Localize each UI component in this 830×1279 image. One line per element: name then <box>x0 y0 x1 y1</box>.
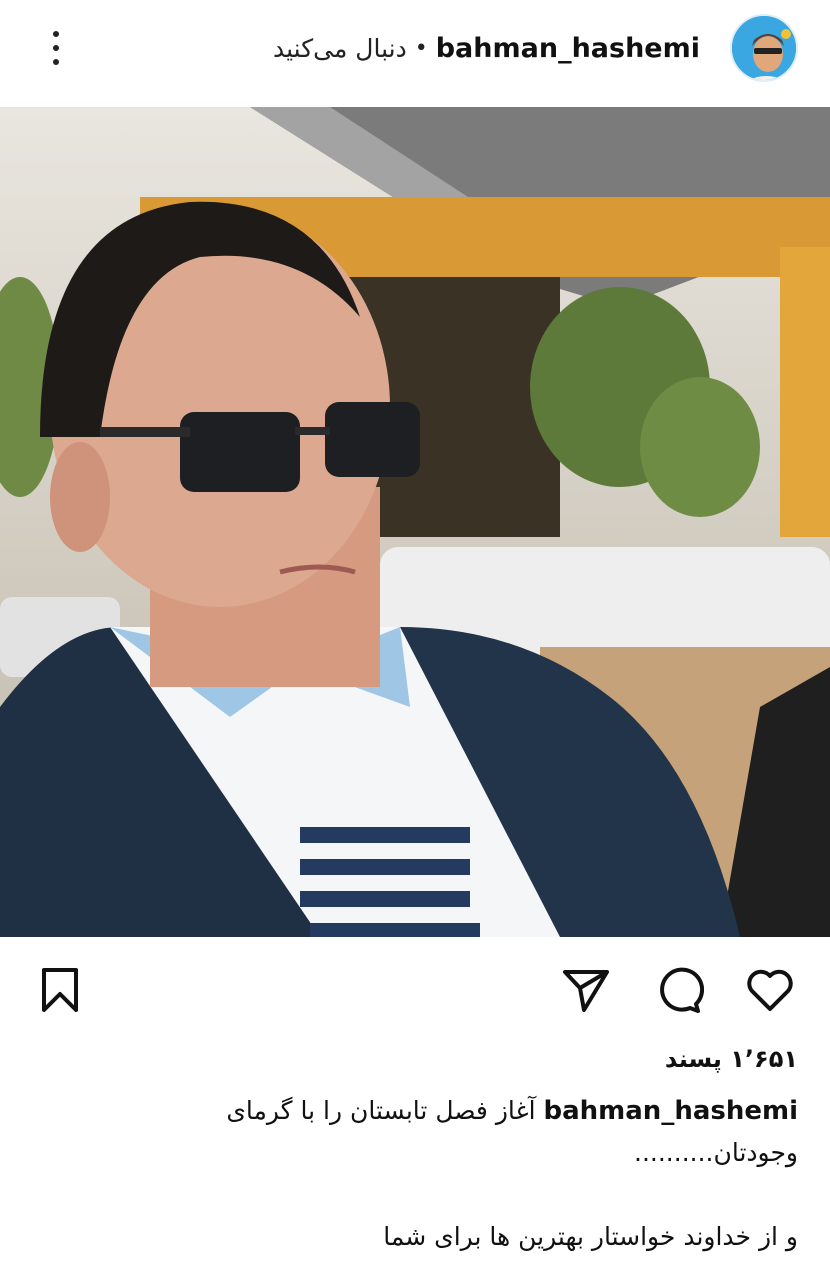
likes-count[interactable]: ۱٬۶۵۱ پسند <box>665 1045 798 1073</box>
photo-illustration <box>0 107 830 937</box>
caption-text-2: و از خداوند خواستار بهترین ها برای شما <box>383 1222 798 1251</box>
comment-icon[interactable] <box>652 964 705 1016</box>
separator-dot: • <box>414 35 428 61</box>
caption-paragraph-1: bahman_hashemi آغاز فصل تابستان را با گر… <box>198 1090 798 1174</box>
caption-paragraph-2: و از خداوند خواستار بهترین ها برای شما <box>198 1216 798 1258</box>
header-text: دنبال می‌کنید • bahman_hashemi <box>273 28 700 68</box>
heart-icon[interactable] <box>744 964 796 1016</box>
post-actions <box>0 950 830 1030</box>
send-icon[interactable] <box>560 964 612 1016</box>
post-header: دنبال می‌کنید • bahman_hashemi <box>0 0 830 100</box>
caption-username[interactable]: bahman_hashemi <box>544 1096 799 1126</box>
post-caption: bahman_hashemi آغاز فصل تابستان را با گر… <box>198 1090 798 1279</box>
more-options-icon[interactable] <box>36 28 76 68</box>
following-label[interactable]: دنبال می‌کنید <box>273 34 407 63</box>
post-photo[interactable] <box>0 107 830 937</box>
header-username[interactable]: bahman_hashemi <box>436 33 700 64</box>
bookmark-icon[interactable] <box>34 964 86 1016</box>
avatar[interactable] <box>730 14 798 82</box>
